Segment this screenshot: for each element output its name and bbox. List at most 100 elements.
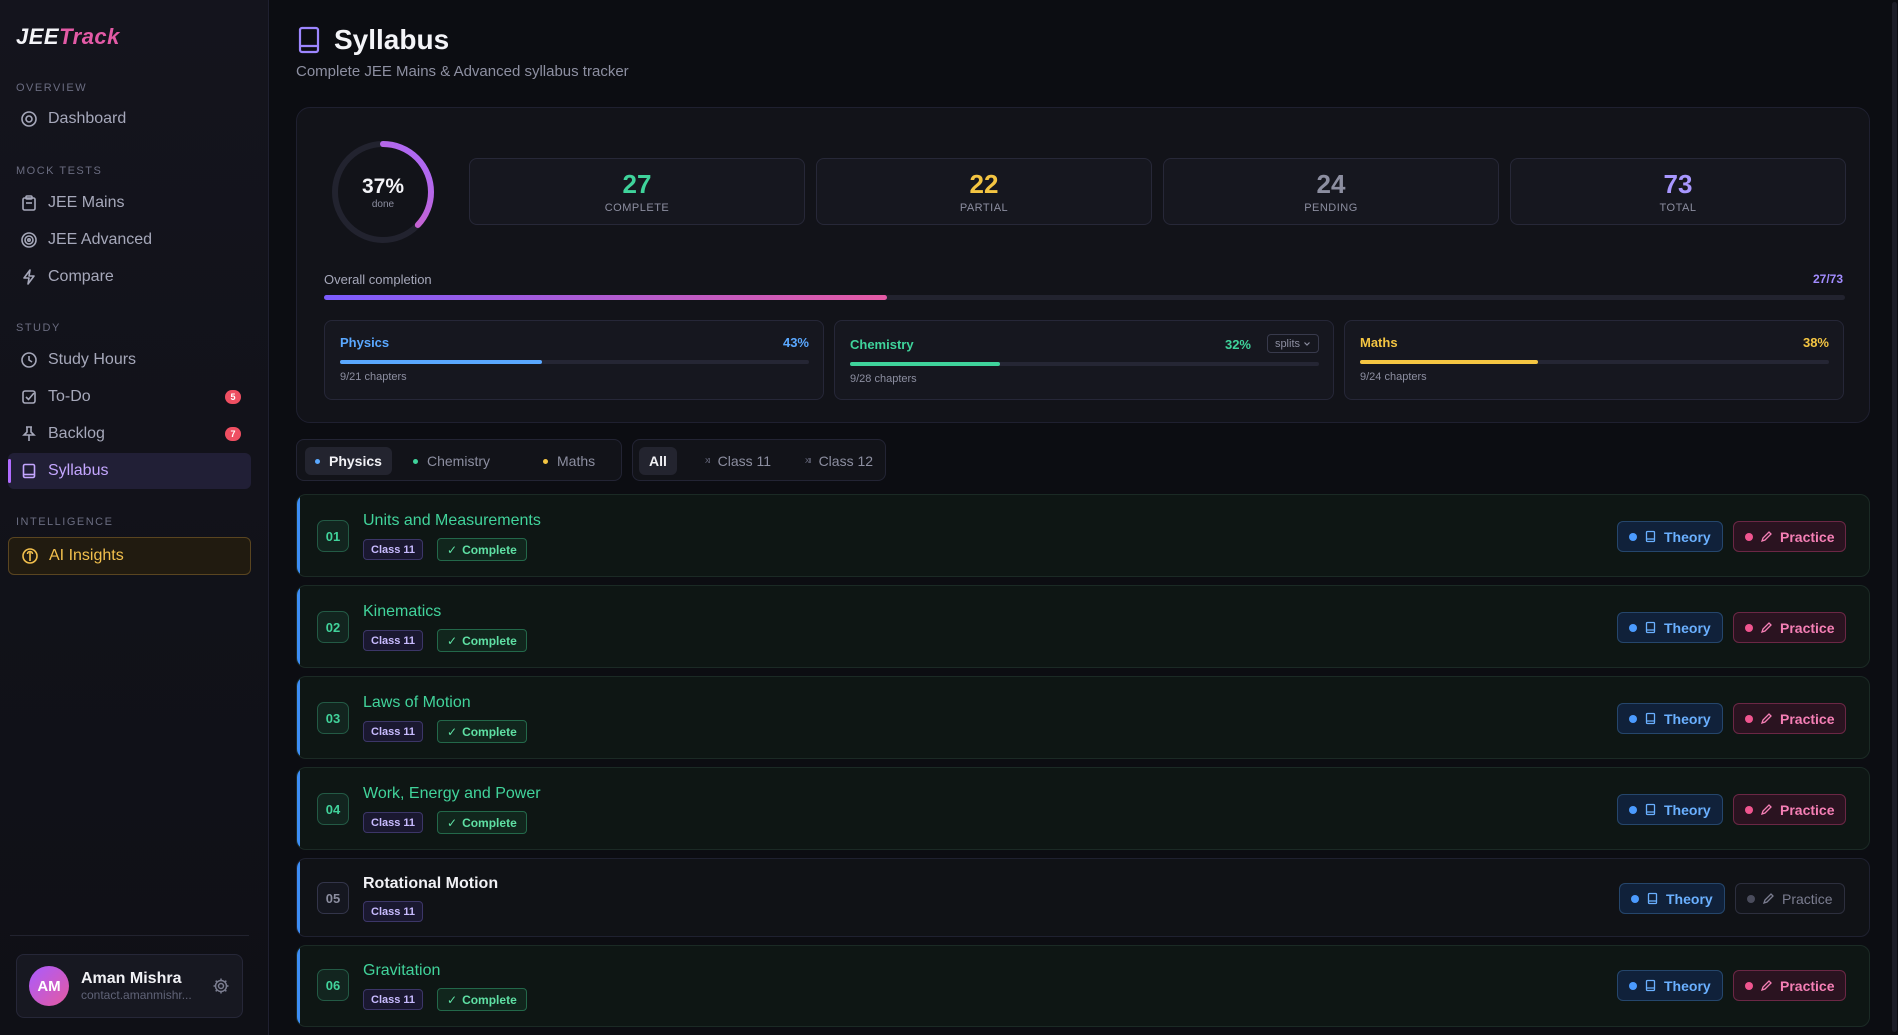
stat-pending: 24 PENDING <box>1163 158 1499 225</box>
sidebar-item-study-hours[interactable]: Study Hours <box>8 342 251 378</box>
practice-button[interactable]: Practice <box>1733 794 1847 825</box>
chapter-number: 04 <box>317 793 349 825</box>
completion-label: done <box>371 198 395 210</box>
chapter-title[interactable]: Units and Measurements <box>363 512 541 530</box>
physics-dot-icon <box>315 458 320 464</box>
stat-value: 24 <box>1316 169 1346 199</box>
book-icon <box>20 462 38 480</box>
theory-button[interactable]: Theory <box>1617 703 1723 734</box>
chapter-row[interactable]: 04 Work, Energy and Power Class 11 ✓ Comp… <box>296 767 1870 850</box>
backlog-count-badge: 7 <box>225 427 241 441</box>
chapter-row[interactable]: 03 Laws of Motion Class 11 ✓ Complete The… <box>296 676 1870 759</box>
stat-value: 73 <box>1663 169 1693 199</box>
chapter-title[interactable]: Kinematics <box>363 603 441 621</box>
chemistry-dot-icon <box>413 458 418 464</box>
sidebar-item-todo[interactable]: To-Do 5 <box>8 379 251 415</box>
theory-button[interactable]: Theory <box>1617 794 1723 825</box>
subject-card-maths[interactable]: Maths 38% 9/24 chapters <box>1344 320 1844 400</box>
filter-class-12[interactable]: XII Class 12 <box>795 447 883 475</box>
stat-value: 27 <box>622 169 652 199</box>
chapter-title[interactable]: Laws of Motion <box>363 694 471 712</box>
class-tag: Class 11 <box>363 812 424 833</box>
subject-filter: Physics Chemistry Maths <box>296 439 622 481</box>
sidebar-divider <box>10 935 249 936</box>
main-content: Syllabus Complete JEE Mains & Advanced s… <box>270 0 1898 1035</box>
completion-percent: 37% <box>361 174 405 198</box>
subject-name: Physics <box>340 335 390 350</box>
subject-name: Maths <box>1360 335 1398 350</box>
stat-label: PENDING <box>1304 202 1358 214</box>
subject-progress-fill <box>1360 360 1539 364</box>
overall-progress-fill <box>324 295 887 300</box>
class-tag: Class 11 <box>363 721 424 742</box>
practice-button[interactable]: Practice <box>1733 521 1847 552</box>
check-icon: ✓ <box>447 815 458 830</box>
lightning-icon <box>20 268 38 286</box>
book-icon <box>1647 892 1658 905</box>
sidebar-item-jee-mains[interactable]: JEE Mains <box>8 185 251 221</box>
chapter-number: 06 <box>317 969 349 1001</box>
sidebar-item-label: Syllabus <box>48 462 109 479</box>
subject-card-physics[interactable]: Physics 43% 9/21 chapters <box>324 320 824 400</box>
chapter-title[interactable]: Work, Energy and Power <box>363 785 541 803</box>
subject-progress-fill <box>850 362 1001 366</box>
class-tag: Class 11 <box>363 901 424 922</box>
status-badge: ✓ Complete <box>437 720 527 743</box>
chapter-title[interactable]: Rotational Motion <box>363 875 498 893</box>
sidebar-item-ai-insights[interactable]: AI Insights <box>8 537 251 575</box>
filter-maths[interactable]: Maths <box>533 447 605 475</box>
book-icon <box>1645 621 1656 634</box>
page-title: Syllabus <box>334 24 450 55</box>
sidebar-item-label: Backlog <box>48 425 105 442</box>
practice-button[interactable]: Practice <box>1733 970 1847 1001</box>
filter-physics[interactable]: Physics <box>305 447 392 475</box>
practice-button[interactable]: Practice <box>1735 883 1845 914</box>
theory-button[interactable]: Theory <box>1617 970 1723 1001</box>
status-badge: ✓ Complete <box>437 988 527 1011</box>
theory-button[interactable]: Theory <box>1617 521 1723 552</box>
sidebar-item-label: Dashboard <box>48 110 127 127</box>
overall-progress-bar <box>324 295 1845 300</box>
scrollbar[interactable] <box>1891 0 1898 1035</box>
gear-icon[interactable] <box>212 977 230 995</box>
sidebar-item-backlog[interactable]: Backlog 7 <box>8 416 251 452</box>
stat-total: 73 TOTAL <box>1510 158 1846 225</box>
subject-chapters: 9/28 chapters <box>850 373 917 385</box>
chapter-row[interactable]: 01 Units and Measurements Class 11 ✓ Comp… <box>296 494 1870 577</box>
practice-button[interactable]: Practice <box>1733 612 1847 643</box>
stat-complete: 27 COMPLETE <box>469 158 805 225</box>
sidebar-item-label: JEE Advanced <box>48 231 153 248</box>
book-icon <box>298 26 320 54</box>
sidebar-item-label: AI Insights <box>49 547 124 564</box>
sidebar-item-compare[interactable]: Compare <box>8 259 251 295</box>
subject-card-chemistry[interactable]: Chemistry 32% splits 9/28 chapters <box>834 320 1334 400</box>
sidebar-item-syllabus[interactable]: Syllabus <box>8 453 251 489</box>
app-logo[interactable]: JEETrack <box>16 24 120 50</box>
chapter-number: 03 <box>317 702 349 734</box>
chapter-row[interactable]: 05 Rotational Motion Class 11 Theory Pra… <box>296 858 1870 937</box>
overall-completion-value: 27/73 <box>1812 272 1843 286</box>
splits-dropdown[interactable]: splits <box>1266 334 1319 353</box>
sidebar-item-dashboard[interactable]: Dashboard <box>8 101 251 137</box>
sidebar-item-jee-advanced[interactable]: JEE Advanced <box>8 222 251 258</box>
user-card[interactable]: AM Aman Mishra contact.amanmishr... <box>16 954 243 1018</box>
pencil-icon <box>1760 713 1772 725</box>
theory-button[interactable]: Theory <box>1617 612 1723 643</box>
filter-chemistry[interactable]: Chemistry <box>403 447 500 475</box>
check-icon: ✓ <box>447 633 458 648</box>
section-label-overview: OVERVIEW <box>16 82 88 94</box>
filter-class-11[interactable]: XI Class 11 <box>695 447 781 475</box>
pencil-icon <box>1760 531 1772 543</box>
scrollbar-thumb[interactable] <box>1892 2 1897 1032</box>
stat-value: 22 <box>969 169 999 199</box>
subject-percent: 43% <box>782 335 809 350</box>
book-icon <box>1645 979 1656 992</box>
theory-button[interactable]: Theory <box>1619 883 1725 914</box>
chapter-row[interactable]: 02 Kinematics Class 11 ✓ Complete Theory … <box>296 585 1870 668</box>
filter-all[interactable]: All <box>639 447 677 475</box>
pencil-icon <box>1762 893 1774 905</box>
chapter-row[interactable]: 06 Gravitation Class 11 ✓ Complete Theory… <box>296 945 1870 1027</box>
chapter-title[interactable]: Gravitation <box>363 962 440 980</box>
subject-chapters: 9/21 chapters <box>340 371 407 383</box>
practice-button[interactable]: Practice <box>1733 703 1847 734</box>
